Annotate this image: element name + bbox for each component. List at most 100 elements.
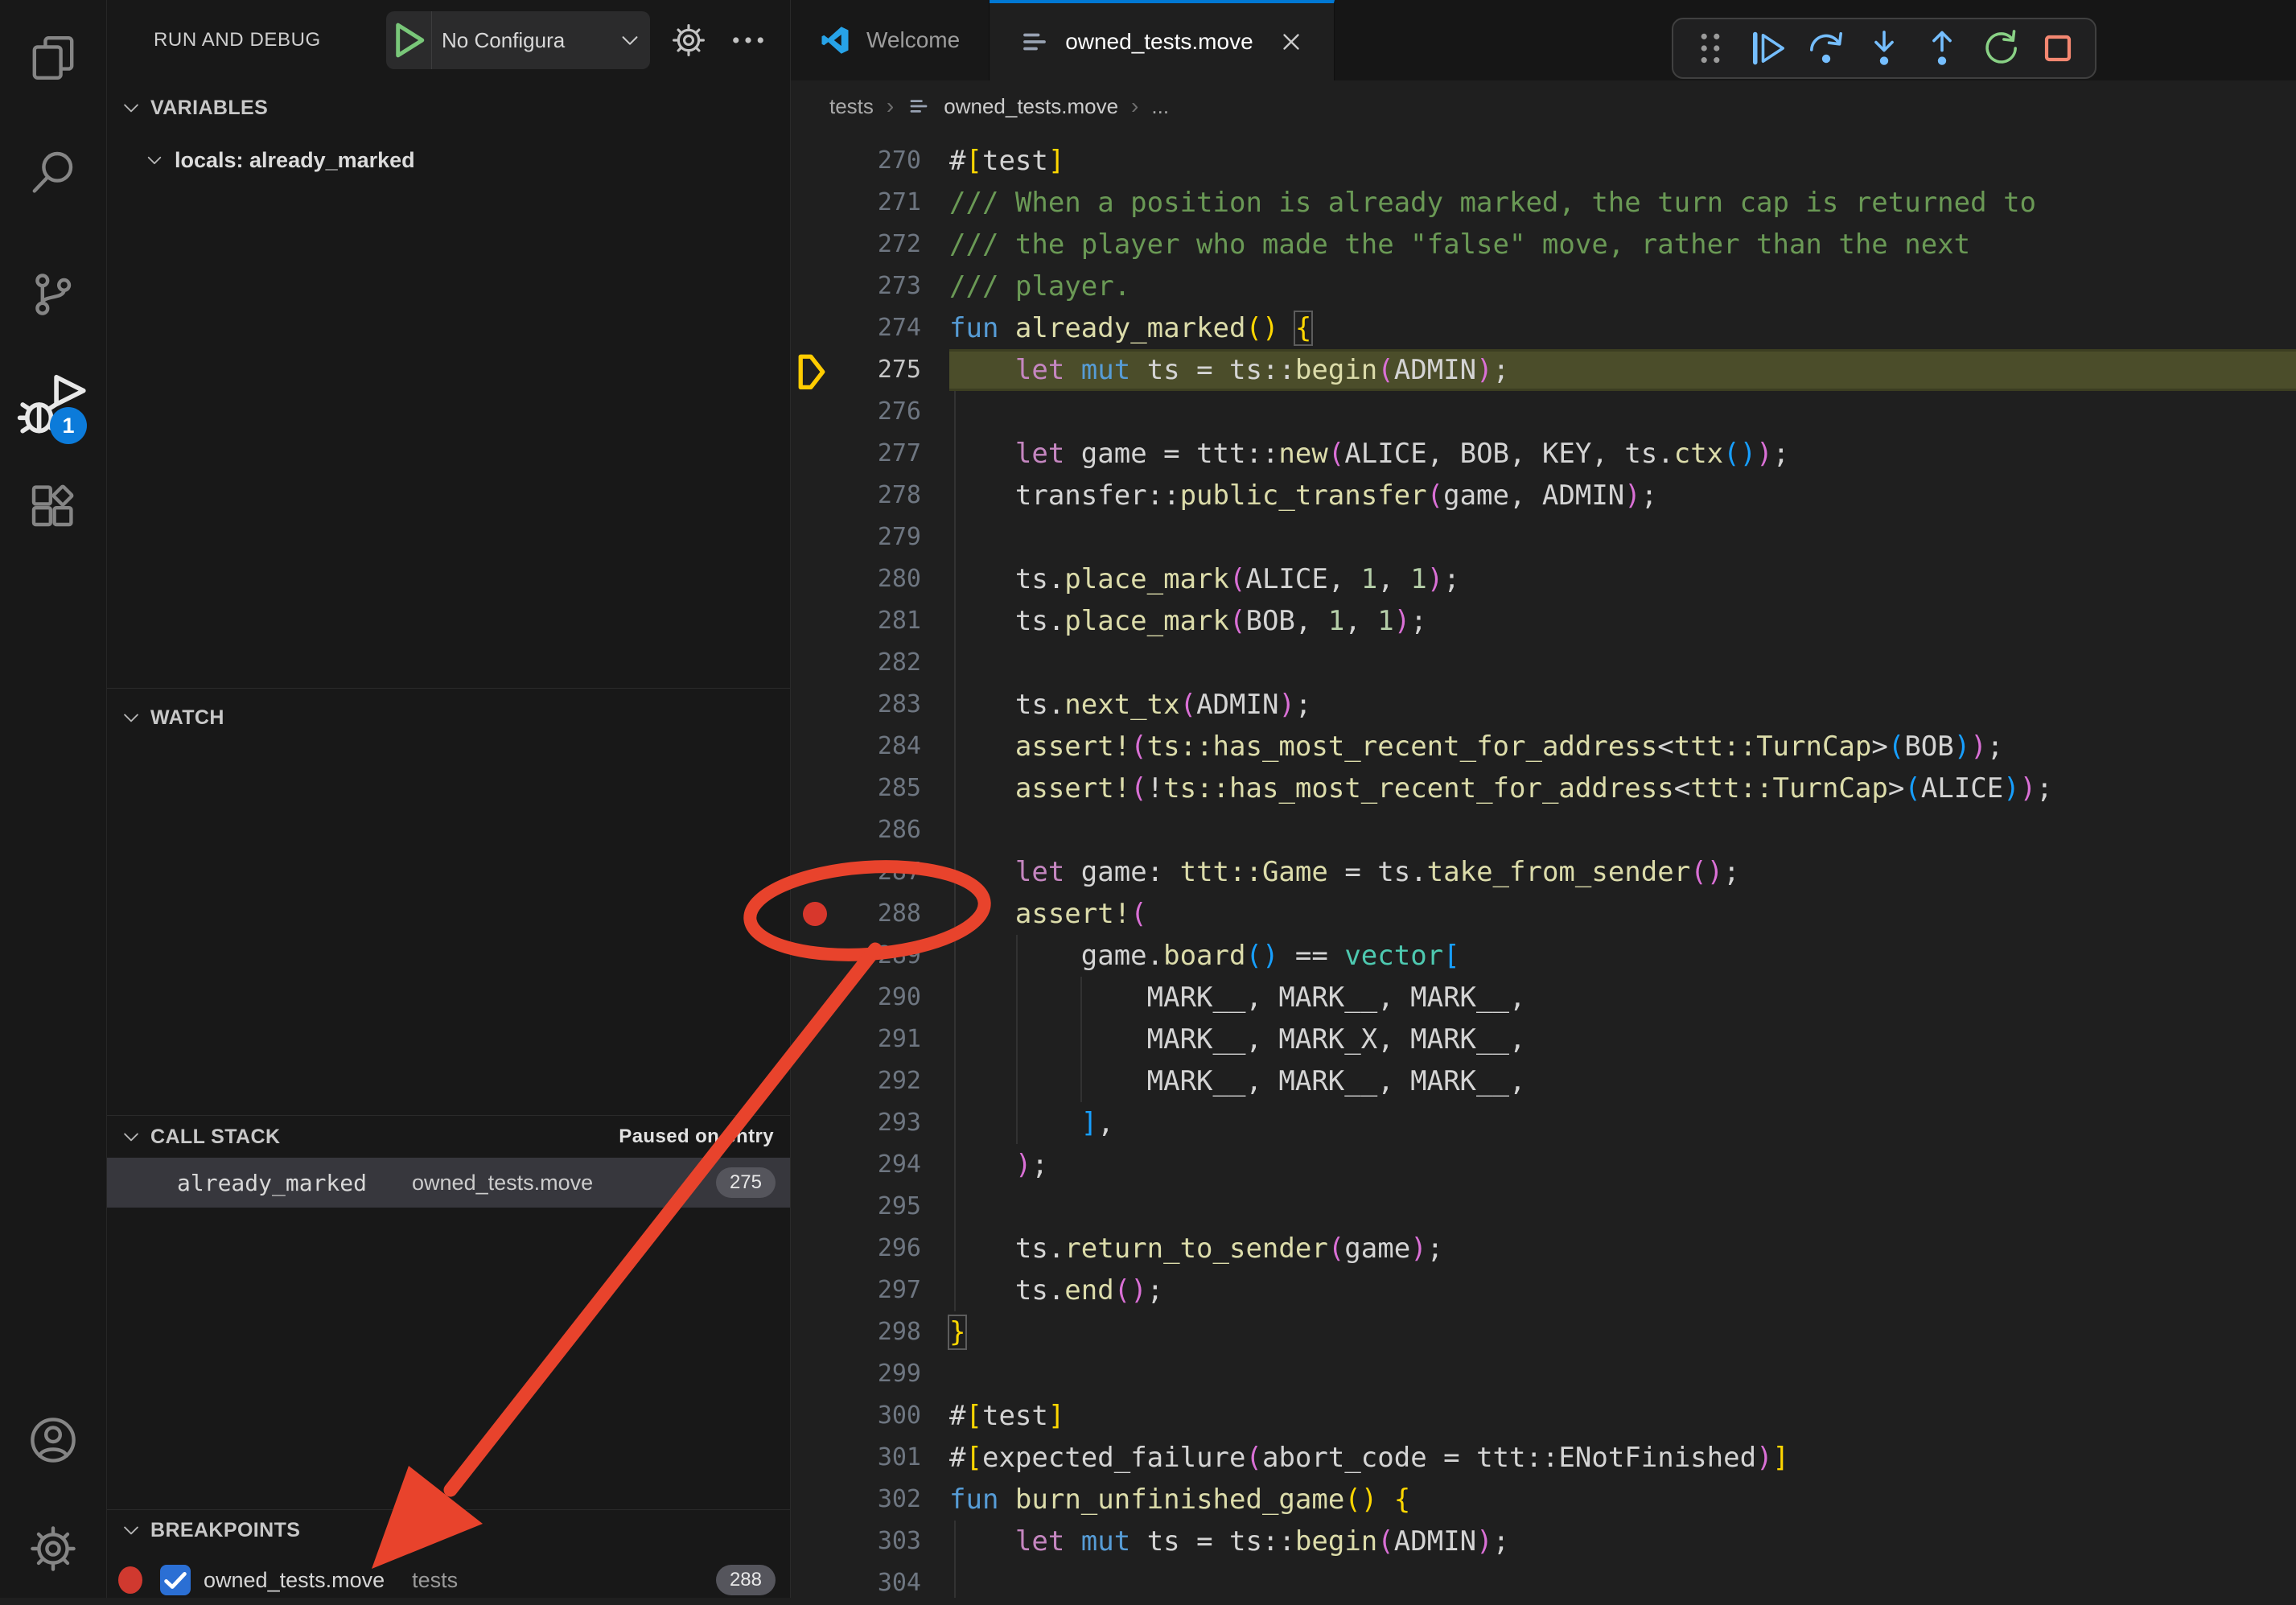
line-number[interactable]: 276: [791, 391, 921, 433]
code-line-284[interactable]: 284 assert!(ts::has_most_recent_for_addr…: [791, 726, 2296, 768]
tab-welcome[interactable]: Welcome: [791, 0, 990, 80]
tab-owned-tests[interactable]: owned_tests.move: [990, 0, 1334, 80]
line-number[interactable]: 283: [791, 684, 921, 726]
code-line-302[interactable]: 302fun burn_unfinished_game() {: [791, 1479, 2296, 1521]
code-line-281[interactable]: 281 ts.place_mark(BOB, 1, 1);: [791, 600, 2296, 642]
more-actions-icon[interactable]: [730, 22, 767, 59]
code-line-298[interactable]: 298}: [791, 1311, 2296, 1353]
code-line-295[interactable]: 295: [791, 1186, 2296, 1228]
stop-button[interactable]: [2037, 27, 2079, 69]
code-line-278[interactable]: 278 transfer::public_transfer(game, ADMI…: [791, 475, 2296, 516]
line-number[interactable]: 299: [791, 1353, 921, 1395]
line-number[interactable]: 302: [791, 1479, 921, 1521]
line-number[interactable]: 273: [791, 265, 921, 307]
code-line-288[interactable]: 288 assert!(: [791, 893, 2296, 935]
code-line-274[interactable]: 274fun already_marked() {: [791, 307, 2296, 349]
code-text: ts.place_mark(ALICE, 1, 1);: [949, 558, 1460, 600]
code-line-280[interactable]: 280 ts.place_mark(ALICE, 1, 1);: [791, 558, 2296, 600]
code-line-285[interactable]: 285 assert!(!ts::has_most_recent_for_add…: [791, 768, 2296, 809]
restart-button[interactable]: [1979, 27, 2021, 69]
code-line-300[interactable]: 300#[test]: [791, 1395, 2296, 1437]
activity-extensions[interactable]: [0, 465, 106, 545]
line-number[interactable]: 280: [791, 558, 921, 600]
line-number[interactable]: 301: [791, 1437, 921, 1479]
step-over-button[interactable]: [1805, 27, 1847, 69]
line-number[interactable]: 275: [791, 349, 921, 391]
line-number[interactable]: 278: [791, 475, 921, 516]
code-line-273[interactable]: 273/// player.: [791, 265, 2296, 307]
code-line-277[interactable]: 277 let game = ttt::new(ALICE, BOB, KEY,…: [791, 433, 2296, 475]
line-number[interactable]: 300: [791, 1395, 921, 1437]
debug-configuration-dropdown[interactable]: No Configura: [386, 11, 650, 69]
close-icon[interactable]: [1278, 28, 1305, 56]
activity-source-control[interactable]: [0, 254, 106, 335]
breadcrumb-more[interactable]: ...: [1151, 94, 1169, 119]
watch-section-header[interactable]: WATCH: [107, 689, 790, 747]
start-debug-icon[interactable]: [386, 11, 432, 69]
stack-frame-row[interactable]: already_marked owned_tests.move 275: [107, 1158, 790, 1208]
activity-explorer[interactable]: [0, 18, 106, 98]
line-number[interactable]: 303: [791, 1521, 921, 1562]
breakpoints-section-header[interactable]: BREAKPOINTS: [107, 1510, 790, 1550]
code-line-283[interactable]: 283 ts.next_tx(ADMIN);: [791, 684, 2296, 726]
line-number[interactable]: 285: [791, 768, 921, 809]
code-line-297[interactable]: 297 ts.end();: [791, 1270, 2296, 1311]
code-line-270[interactable]: 270#[test]: [791, 140, 2296, 182]
step-into-button[interactable]: [1863, 27, 1905, 69]
line-number[interactable]: 281: [791, 600, 921, 642]
line-number[interactable]: 304: [791, 1562, 921, 1598]
line-number[interactable]: 274: [791, 307, 921, 349]
code-line-275[interactable]: 275 let mut ts = ts::begin(ADMIN);: [791, 349, 2296, 391]
line-number[interactable]: 290: [791, 977, 921, 1019]
code-text: }: [949, 1311, 965, 1353]
code-line-276[interactable]: 276: [791, 391, 2296, 433]
code-line-296[interactable]: 296 ts.return_to_sender(game);: [791, 1228, 2296, 1270]
frame-file: owned_tests.move: [412, 1171, 593, 1196]
line-number[interactable]: 294: [791, 1144, 921, 1186]
code-line-272[interactable]: 272/// the player who made the "false" m…: [791, 224, 2296, 265]
line-number[interactable]: 272: [791, 224, 921, 265]
code-line-271[interactable]: 271/// When a position is already marked…: [791, 182, 2296, 224]
code-line-301[interactable]: 301#[expected_failure(abort_code = ttt::…: [791, 1437, 2296, 1479]
line-number[interactable]: 277: [791, 433, 921, 475]
code-line-294[interactable]: 294 );: [791, 1144, 2296, 1186]
line-number[interactable]: 289: [791, 935, 921, 977]
activity-account[interactable]: [0, 1400, 106, 1480]
variables-section-header[interactable]: VARIABLES: [107, 80, 790, 135]
debug-settings-gear-icon[interactable]: [670, 22, 707, 59]
line-number[interactable]: 297: [791, 1270, 921, 1311]
line-number[interactable]: 286: [791, 809, 921, 851]
line-number[interactable]: 279: [791, 516, 921, 558]
drag-handle-icon[interactable]: [1689, 27, 1731, 69]
line-number[interactable]: 295: [791, 1186, 921, 1228]
breakpoint-checkbox[interactable]: [160, 1565, 191, 1595]
line-number[interactable]: 271: [791, 182, 921, 224]
continue-button[interactable]: [1747, 27, 1789, 69]
activity-run-and-debug[interactable]: 1: [0, 365, 106, 446]
line-number[interactable]: 293: [791, 1102, 921, 1144]
activity-settings[interactable]: [0, 1508, 106, 1589]
code-line-279[interactable]: 279: [791, 516, 2296, 558]
line-number[interactable]: 291: [791, 1019, 921, 1060]
locals-scope-row[interactable]: locals: already_marked: [107, 135, 790, 185]
activity-search[interactable]: [0, 133, 106, 213]
breadcrumb-file[interactable]: owned_tests.move: [944, 94, 1118, 119]
code-line-287[interactable]: 287 let game: ttt::Game = ts.take_from_s…: [791, 851, 2296, 893]
line-number[interactable]: 270: [791, 140, 921, 182]
code-line-286[interactable]: 286: [791, 809, 2296, 851]
line-number[interactable]: 298: [791, 1311, 921, 1353]
call-stack-section-header[interactable]: CALL STACK Paused on entry: [107, 1116, 790, 1158]
code-line-299[interactable]: 299: [791, 1353, 2296, 1395]
step-out-button[interactable]: [1921, 27, 1963, 69]
line-number[interactable]: 292: [791, 1060, 921, 1102]
code-line-282[interactable]: 282: [791, 642, 2296, 684]
code-text: let mut ts = ts::begin(ADMIN);: [949, 1521, 1509, 1562]
line-number[interactable]: 287: [791, 851, 921, 893]
line-number[interactable]: 288: [791, 893, 921, 935]
code-line-303[interactable]: 303 let mut ts = ts::begin(ADMIN);: [791, 1521, 2296, 1562]
line-number[interactable]: 296: [791, 1228, 921, 1270]
code-line-304[interactable]: 304: [791, 1562, 2296, 1598]
line-number[interactable]: 282: [791, 642, 921, 684]
breadcrumb-folder[interactable]: tests: [829, 94, 874, 119]
line-number[interactable]: 284: [791, 726, 921, 768]
